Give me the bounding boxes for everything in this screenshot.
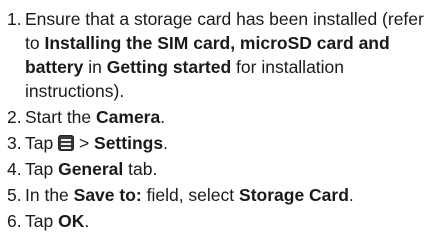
text-run: tab. (123, 159, 158, 179)
step-item: 1. Ensure that a storage card has been in… (0, 7, 435, 103)
step-item: 5. In the Save to: field, select Storage … (0, 183, 435, 207)
menu-icon (58, 135, 75, 151)
text-run: Start the (25, 107, 97, 127)
bold-term: Settings (94, 133, 164, 153)
text-run: Tap (25, 159, 59, 179)
step-item: 2. Start the Camera. (0, 105, 435, 129)
step-number: 4. (7, 159, 22, 179)
text-run: . (163, 133, 168, 153)
step-text: Tap > Settings. (25, 133, 168, 153)
bold-term: Camera (96, 107, 161, 127)
step-text: Ensure that a storage card has been inst… (25, 9, 424, 101)
step-text: Tap General tab. (25, 159, 157, 179)
step-number: 1. (7, 9, 22, 29)
text-run: field, select (141, 185, 240, 205)
text-run: . (348, 185, 354, 205)
step-number: 5. (7, 185, 22, 205)
bold-term: Getting started (106, 57, 232, 77)
bold-term: OK (58, 211, 85, 231)
step-item: 3. Tap > Settings. (0, 131, 435, 155)
step-number: 3. (7, 133, 22, 153)
bold-term: Save to: (73, 185, 142, 205)
text-run: Tap (25, 211, 59, 231)
text-run: > (74, 133, 95, 153)
step-number: 2. (7, 107, 22, 127)
step-number: 6. (7, 211, 22, 231)
step-text: In the Save to: field, select Storage Ca… (25, 185, 354, 205)
text-run: in (83, 57, 107, 77)
text-run: . (84, 211, 90, 231)
step-text: Start the Camera. (25, 107, 165, 127)
text-run: In the (25, 185, 74, 205)
step-item: 4. Tap General tab. (0, 157, 435, 181)
step-text: Tap OK. (25, 211, 89, 231)
instruction-steps: 1. Ensure that a storage card has been in… (0, 7, 435, 235)
bold-term: Storage Card (239, 185, 349, 205)
step-item: 6. Tap OK. (0, 209, 435, 233)
text-run: Tap (25, 133, 59, 153)
bold-term: General (58, 159, 124, 179)
text-run: . (160, 107, 166, 127)
